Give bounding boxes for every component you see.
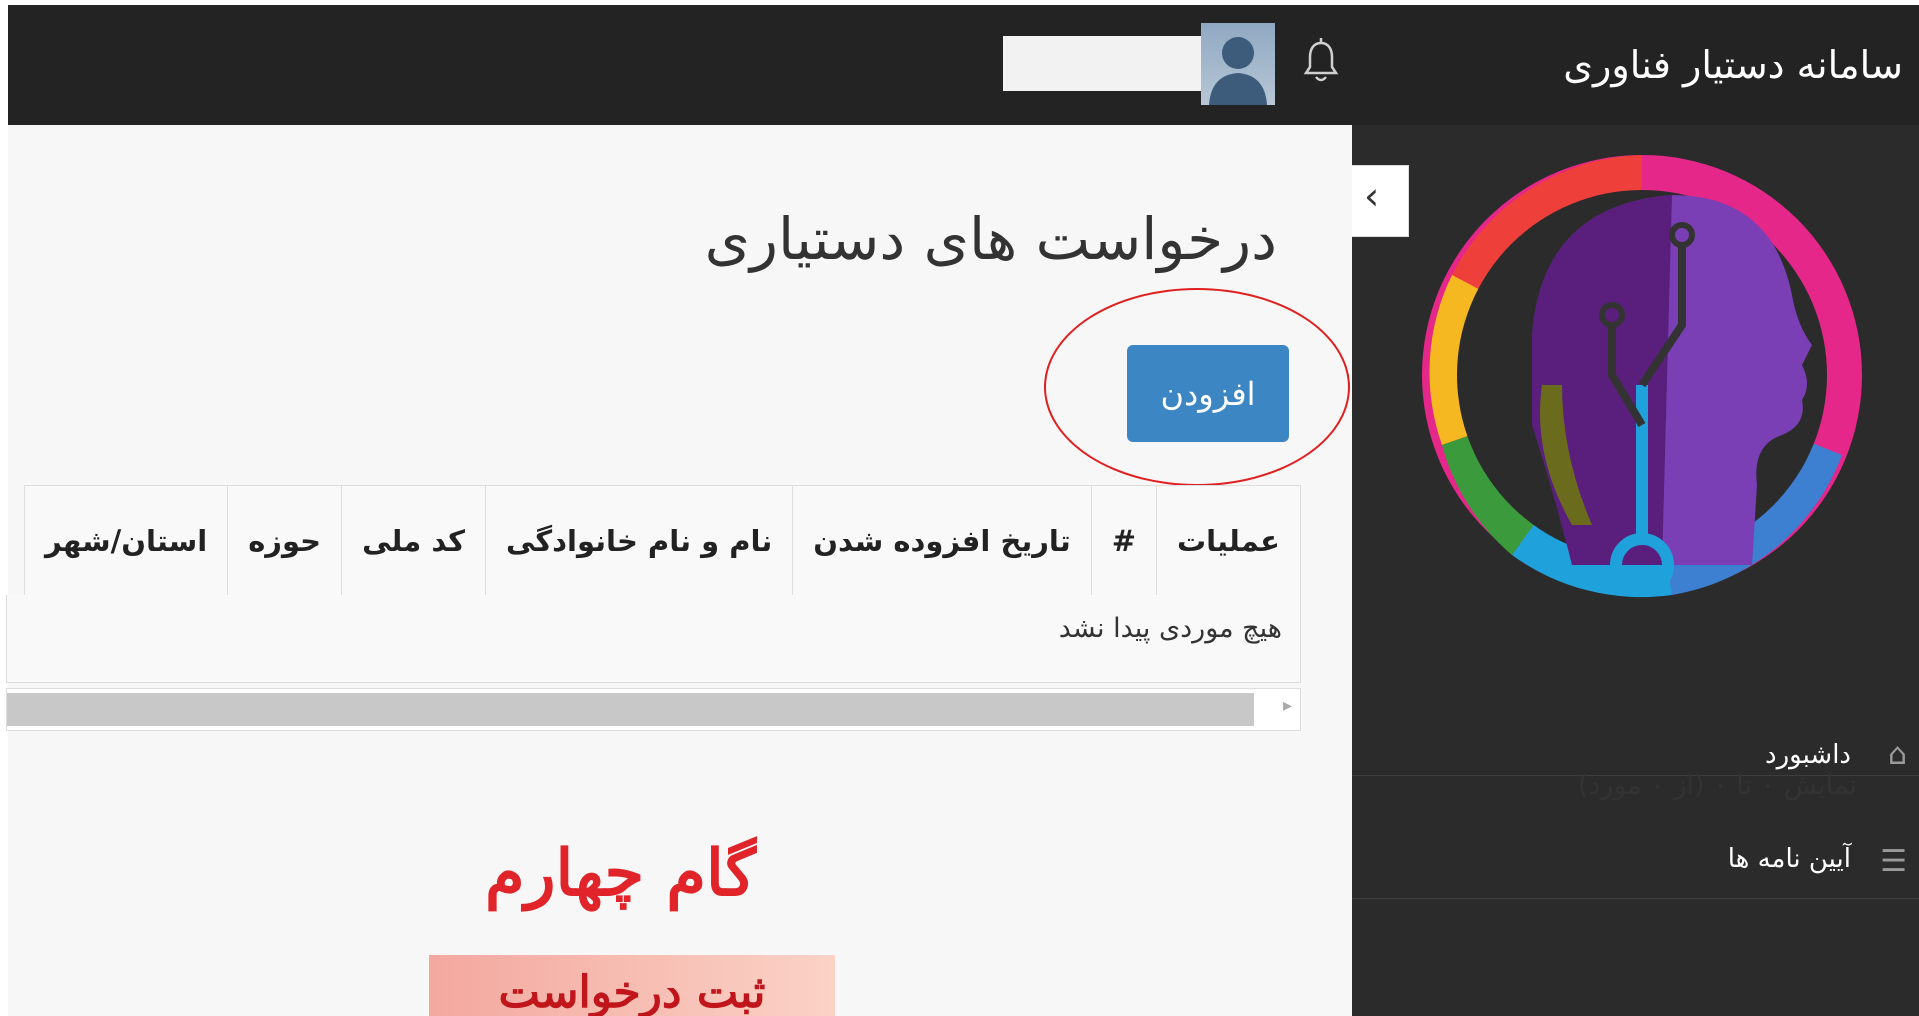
user-avatar[interactable] <box>1201 23 1275 105</box>
scrollbar-thumb[interactable] <box>7 693 1254 726</box>
empty-message: هیچ موردی پیدا نشد <box>1058 613 1282 644</box>
username-field[interactable] <box>1003 36 1201 91</box>
add-button[interactable]: افزودن <box>1127 345 1289 442</box>
column-index[interactable]: # <box>1090 485 1158 597</box>
table-header: عملیات # تاریخ افزوده شدن نام و نام خانو… <box>23 485 1301 597</box>
table-info: نمایش ۰ تا ۰ (از ۰ مورد) <box>1577 770 1857 801</box>
sidebar-collapse-button[interactable]: ‹ <box>1352 165 1409 237</box>
top-bar: سامانه دستیار فناوری <box>8 5 1919 125</box>
column-date-added[interactable]: تاریخ افزوده شدن <box>792 485 1092 597</box>
column-full-name[interactable]: نام و نام خانوادگی <box>484 485 794 597</box>
app-title[interactable]: سامانه دستیار فناوری <box>1563 43 1903 87</box>
menu-icon: ☰ <box>1880 844 1907 879</box>
column-operations[interactable]: عملیات <box>1156 485 1301 597</box>
home-icon: ⌂ <box>1887 737 1907 772</box>
bell-icon[interactable] <box>1301 35 1341 91</box>
sidebar-item-label: داشبورد <box>1765 740 1851 770</box>
page-title: درخواست های دستیاری <box>704 205 1277 273</box>
step-title: گام چهارم <box>485 836 756 911</box>
chevron-left-icon: ‹ <box>1364 174 1380 218</box>
sidebar: ⌂ داشبورد ☰ آیین نامه ها <box>1352 125 1919 1016</box>
empty-message-row: هیچ موردی پیدا نشد <box>6 595 1301 683</box>
scroll-right-icon[interactable]: ▸ <box>1283 695 1292 716</box>
column-field[interactable]: حوزه <box>227 485 343 597</box>
column-province-city[interactable]: استان/شهر <box>23 485 229 597</box>
sidebar-item-label: آیین نامه ها <box>1727 844 1851 874</box>
column-national-id[interactable]: کد ملی <box>341 485 486 597</box>
brand-logo <box>1412 125 1892 625</box>
horizontal-scrollbar[interactable]: ▸ <box>6 688 1301 731</box>
step-subtitle: ثبت درخواست <box>429 955 835 1016</box>
requests-table: عملیات # تاریخ افزوده شدن نام و نام خانو… <box>6 485 1301 733</box>
